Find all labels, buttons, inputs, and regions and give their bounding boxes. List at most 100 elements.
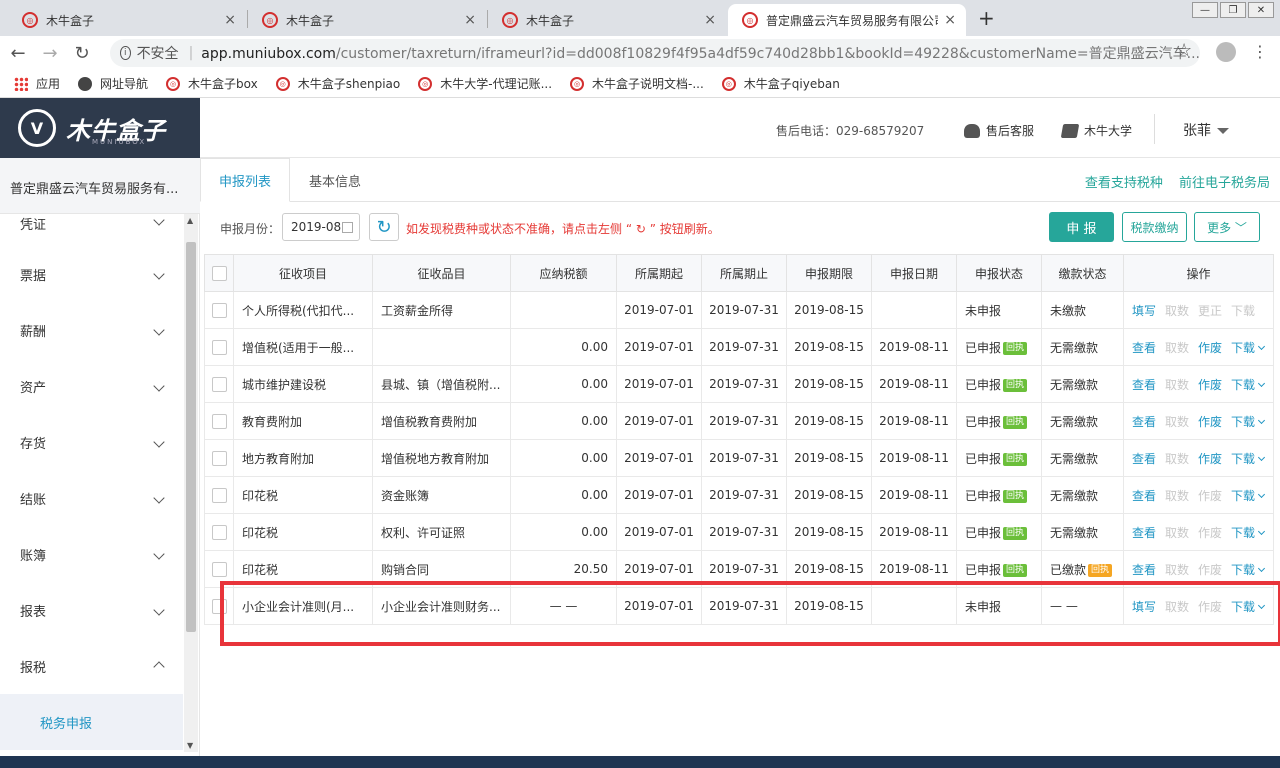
op-correct-or-void-link[interactable]: 作废	[1198, 487, 1222, 504]
sidebar-item-payroll[interactable]: 薪酬	[0, 302, 183, 358]
bookmark-muniu-docs[interactable]: ◎ 木牛盒子说明文档-...	[570, 75, 704, 92]
table-row[interactable]: 个人所得税(代扣代... 工资薪金所得 2019-07-01 2019-07-31 20…	[204, 291, 1275, 329]
scrollbar-thumb[interactable]	[186, 242, 196, 632]
op-fill-or-view-link[interactable]: 查看	[1132, 487, 1156, 504]
op-download-link[interactable]: 下载	[1231, 450, 1266, 467]
go-e-tax-bureau-link[interactable]: 前往电子税务局	[1179, 176, 1270, 191]
close-window-button[interactable]: ✕	[1248, 2, 1274, 18]
user-menu[interactable]: 张菲	[1183, 120, 1229, 140]
table-row[interactable]: 印花税 资金账簿 0.00 2019-07-01 2019-07-31 2019-08-1…	[204, 476, 1275, 514]
reload-icon[interactable]: ↻	[68, 43, 96, 64]
close-tab-icon[interactable]: ×	[944, 12, 956, 28]
app-logo[interactable]: V 木牛盒子 MUNIUBOX	[0, 98, 200, 158]
table-row[interactable]: 印花税 权利、许可证照 0.00 2019-07-01 2019-07-31 2019-0…	[204, 513, 1275, 551]
op-correct-or-void-link[interactable]: 作废	[1198, 339, 1222, 356]
table-row[interactable]: 教育费附加 增值税教育费附加 0.00 2019-07-01 2019-07-31 201…	[204, 402, 1275, 440]
op-correct-or-void-link[interactable]: 作废	[1198, 524, 1222, 541]
row-checkbox[interactable]	[211, 302, 227, 318]
op-fill-or-view-link[interactable]: 查看	[1132, 524, 1156, 541]
row-checkbox[interactable]	[211, 339, 227, 355]
close-tab-icon[interactable]: ×	[704, 12, 716, 28]
op-fetch-link[interactable]: 取数	[1165, 376, 1189, 393]
sidebar-item-reports[interactable]: 报表	[0, 582, 183, 638]
declare-button[interactable]: 申 报	[1049, 212, 1114, 242]
muniu-university-link[interactable]: 木牛大学	[1060, 122, 1132, 139]
op-fill-or-view-link[interactable]: 查看	[1132, 339, 1156, 356]
op-download-link[interactable]: 下载	[1231, 302, 1255, 319]
receipt-badge[interactable]: 回执	[1003, 526, 1028, 540]
row-checkbox[interactable]	[211, 524, 227, 540]
receipt-badge[interactable]: 回执	[1003, 415, 1028, 429]
op-correct-or-void-link[interactable]: 作废	[1198, 413, 1222, 430]
op-correct-or-void-link[interactable]: 作废	[1198, 598, 1222, 615]
scroll-up-icon[interactable]: ▲	[187, 216, 193, 225]
back-icon[interactable]: ←	[4, 43, 32, 64]
bookmark-star-icon[interactable]: ☆	[1176, 40, 1192, 61]
op-fill-or-view-link[interactable]: 填写	[1132, 302, 1156, 319]
op-download-link[interactable]: 下载	[1231, 413, 1266, 430]
browser-tab-2[interactable]: ◎ 木牛盒子 ×	[248, 4, 486, 36]
scroll-down-icon[interactable]: ▼	[187, 741, 193, 750]
browser-tab-4-active[interactable]: ◎ 普定鼎盛云汽车贸易服务有限公司 ×	[728, 4, 966, 36]
sidebar-subitem-tax-declaration[interactable]: 税务申报	[0, 694, 183, 750]
bookmark-muniu-box[interactable]: ◎ 木牛盒子box	[166, 75, 258, 92]
table-row[interactable]: 增值税(适用于一般... 0.00 2019-07-01 2019-07-31 2019…	[204, 328, 1275, 366]
view-supported-taxes-link[interactable]: 查看支持税种	[1085, 176, 1163, 191]
op-correct-or-void-link[interactable]: 更正	[1198, 302, 1222, 319]
row-checkbox[interactable]	[211, 376, 227, 392]
forward-icon[interactable]: →	[36, 43, 64, 64]
pay-receipt-badge[interactable]: 回执	[1088, 563, 1113, 577]
op-fill-or-view-link[interactable]: 查看	[1132, 376, 1156, 393]
receipt-badge[interactable]: 回执	[1003, 378, 1028, 392]
sidebar-item-voucher[interactable]: 凭证	[0, 214, 183, 246]
receipt-badge[interactable]: 回执	[1003, 489, 1028, 503]
bookmark-muniu-qiyeban[interactable]: ◎ 木牛盒子qiyeban	[721, 75, 840, 92]
url-text[interactable]: app.muniubox.com/customer/taxreturn/ifra…	[201, 43, 1200, 63]
row-checkbox[interactable]	[211, 561, 227, 577]
browser-tab-1[interactable]: ◎ 木牛盒子 ×	[8, 4, 246, 36]
profile-avatar-icon[interactable]	[1216, 42, 1236, 62]
op-fetch-link[interactable]: 取数	[1165, 413, 1189, 430]
table-row[interactable]: 印花税 购销合同 20.50 2019-07-01 2019-07-31 2019-08-…	[204, 550, 1275, 588]
close-tab-icon[interactable]: ×	[224, 12, 236, 28]
op-download-link[interactable]: 下载	[1231, 339, 1266, 356]
receipt-badge[interactable]: 回执	[1003, 341, 1028, 355]
sidebar-item-ledger[interactable]: 账簿	[0, 526, 183, 582]
op-fetch-link[interactable]: 取数	[1165, 524, 1189, 541]
sidebar-item-inventory[interactable]: 存货	[0, 414, 183, 470]
receipt-badge[interactable]: 回执	[1003, 563, 1028, 577]
bookmark-nav[interactable]: 网址导航	[78, 75, 148, 92]
op-download-link[interactable]: 下载	[1231, 598, 1266, 615]
op-download-link[interactable]: 下载	[1231, 524, 1266, 541]
row-checkbox[interactable]	[211, 450, 227, 466]
row-checkbox[interactable]	[211, 487, 227, 503]
table-row[interactable]: 小企业会计准则(月... 小企业会计准则财务... — —2019-07-01 201…	[204, 587, 1275, 625]
company-name[interactable]: 普定鼎盛云汽车贸易服务有...	[0, 158, 200, 214]
sidebar-scrollbar[interactable]: ▲ ▼	[184, 214, 198, 752]
refresh-button[interactable]: ↻	[369, 213, 399, 241]
close-tab-icon[interactable]: ×	[464, 12, 476, 28]
bookmark-apps[interactable]: 应用	[14, 75, 60, 92]
table-row[interactable]: 城市维护建设税 县城、镇（增值税附... 0.00 2019-07-01 2019-07…	[204, 365, 1275, 403]
row-checkbox[interactable]	[211, 598, 227, 614]
sidebar-item-closing[interactable]: 结账	[0, 470, 183, 526]
table-row[interactable]: 地方教育附加 增值税地方教育附加 0.00 2019-07-01 2019-07-31 2…	[204, 439, 1275, 477]
maximize-button[interactable]: ❐	[1220, 2, 1246, 18]
op-fetch-link[interactable]: 取数	[1165, 339, 1189, 356]
declare-month-picker[interactable]: 2019-08	[282, 213, 360, 241]
more-button[interactable]: 更多 ﹀	[1194, 212, 1260, 242]
new-tab-button[interactable]: +	[978, 6, 995, 30]
op-download-link[interactable]: 下载	[1231, 376, 1266, 393]
customer-service-link[interactable]: 售后客服	[964, 122, 1034, 139]
op-fetch-link[interactable]: 取数	[1165, 450, 1189, 467]
sidebar-item-tax[interactable]: 报税	[0, 638, 183, 694]
op-fetch-link[interactable]: 取数	[1165, 598, 1189, 615]
op-correct-or-void-link[interactable]: 作废	[1198, 450, 1222, 467]
op-fill-or-view-link[interactable]: 查看	[1132, 450, 1156, 467]
row-checkbox[interactable]	[211, 413, 227, 429]
browser-tab-3[interactable]: ◎ 木牛盒子 ×	[488, 4, 726, 36]
info-icon[interactable]: i	[120, 46, 131, 60]
op-fetch-link[interactable]: 取数	[1165, 561, 1189, 578]
sidebar-item-assets[interactable]: 资产	[0, 358, 183, 414]
op-download-link[interactable]: 下载	[1231, 561, 1266, 578]
